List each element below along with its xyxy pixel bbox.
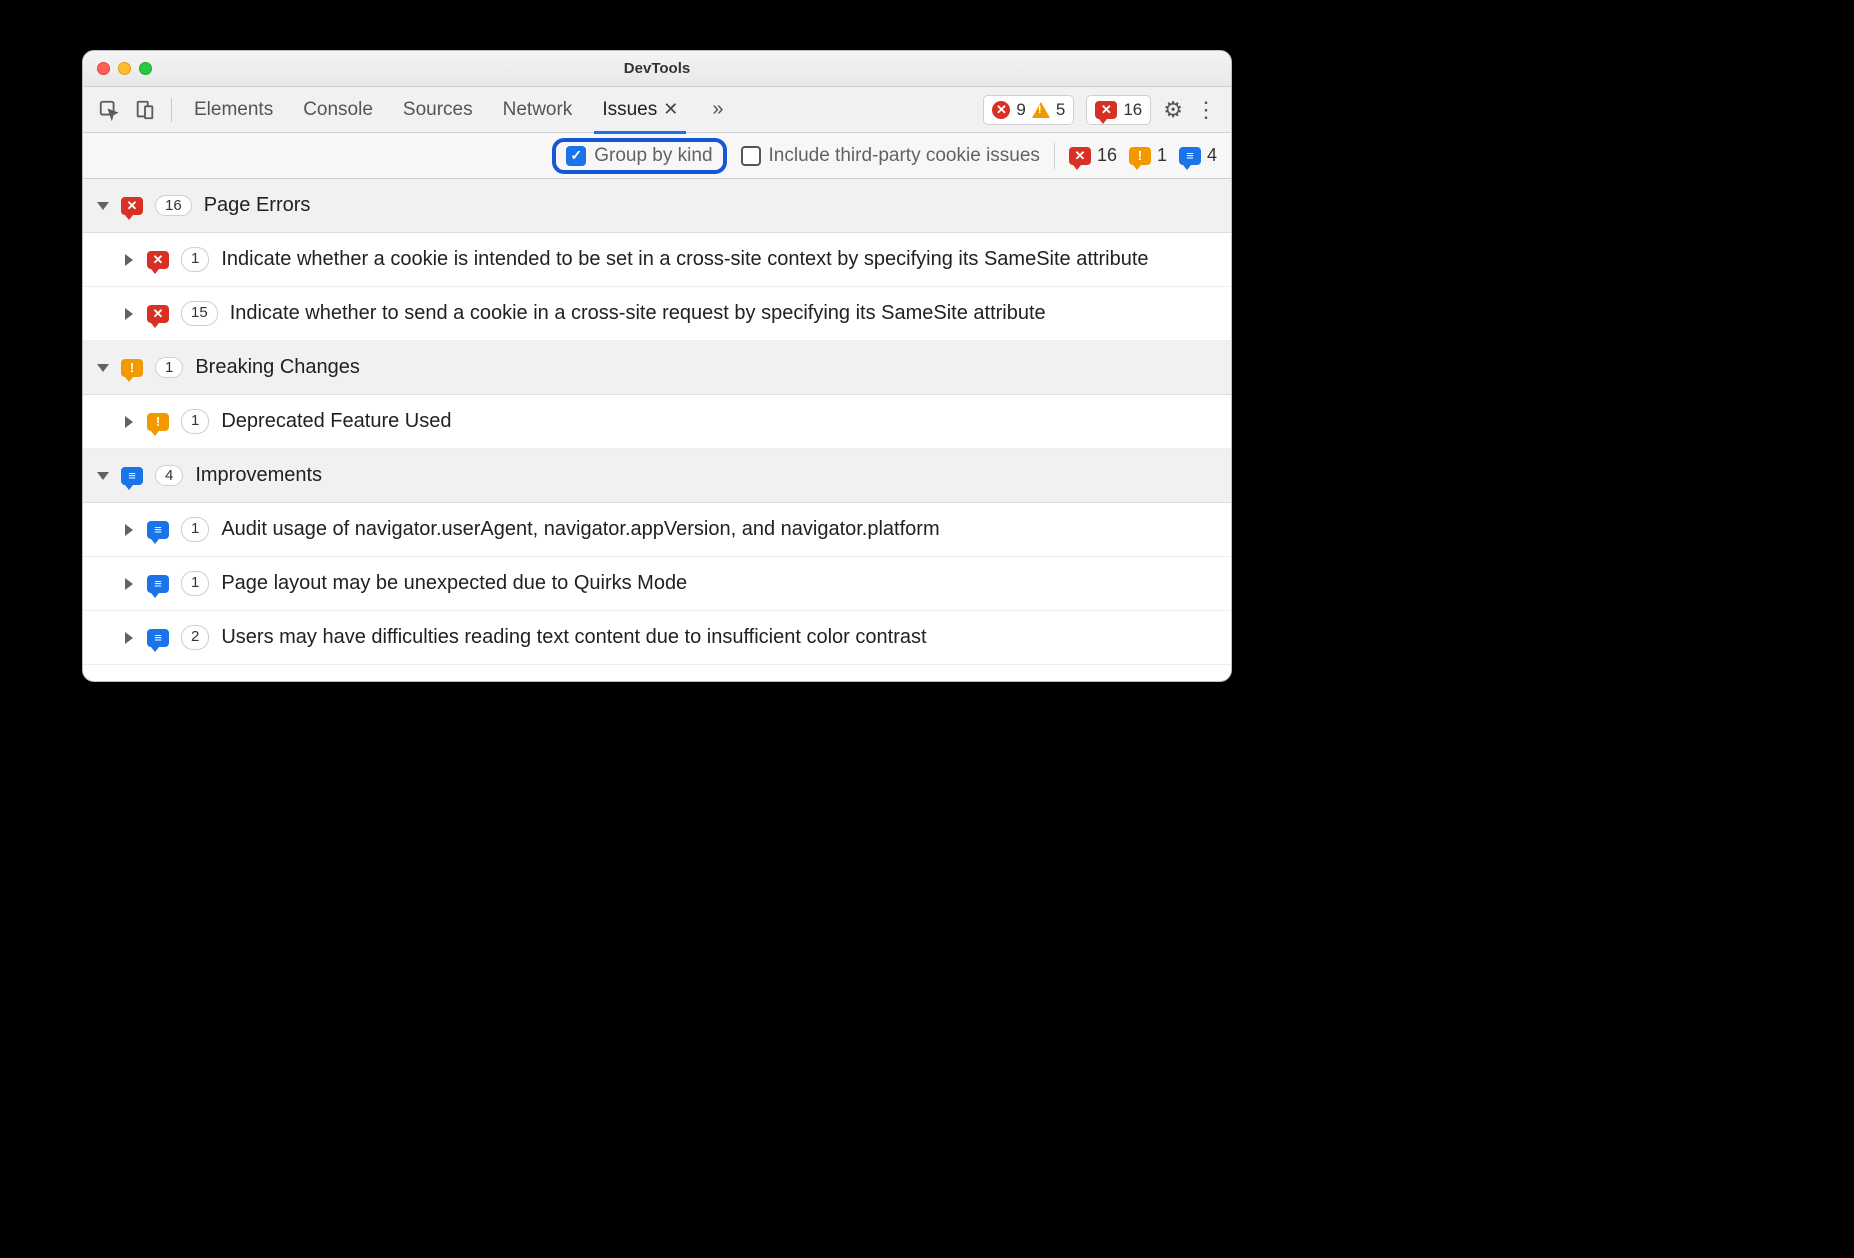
count: 16 bbox=[1097, 145, 1117, 166]
error-icon: ✕ bbox=[992, 101, 1010, 119]
chevron-down-icon bbox=[97, 202, 109, 210]
error-count: 9 bbox=[1016, 100, 1025, 120]
chevron-right-icon bbox=[125, 632, 133, 644]
issue-item[interactable]: ≡ 1 Page layout may be unexpected due to… bbox=[83, 557, 1231, 611]
chevron-right-icon bbox=[125, 254, 133, 266]
close-icon[interactable]: ✕ bbox=[663, 99, 678, 120]
issue-text: Indicate whether a cookie is intended to… bbox=[221, 246, 1217, 273]
issue-item[interactable]: ✕ 15 Indicate whether to send a cookie i… bbox=[83, 287, 1231, 341]
tab-label: Issues bbox=[602, 99, 657, 121]
device-toolbar-icon[interactable] bbox=[129, 94, 161, 126]
tab-issues[interactable]: Issues ✕ bbox=[598, 87, 682, 133]
tab-console[interactable]: Console bbox=[299, 87, 377, 133]
devtools-window: DevTools Elements Console Sources Networ… bbox=[82, 50, 1232, 682]
info-speech-icon: ≡ bbox=[147, 575, 169, 593]
tabbar-right: ✕ 9 5 ✕ 16 ⚙ ⋮ bbox=[983, 95, 1221, 125]
include-third-party-label: Include third-party cookie issues bbox=[769, 145, 1040, 167]
tab-label: Elements bbox=[194, 99, 273, 121]
issue-item[interactable]: ! 1 Deprecated Feature Used bbox=[83, 395, 1231, 449]
tab-label: Network bbox=[503, 99, 573, 121]
count-pill: 4 bbox=[155, 465, 183, 486]
section-label: Page Errors bbox=[204, 194, 311, 217]
chevron-right-icon bbox=[125, 308, 133, 320]
window-controls bbox=[97, 62, 152, 75]
count: 4 bbox=[1207, 145, 1217, 166]
tab-sources[interactable]: Sources bbox=[399, 87, 477, 133]
count-pill: 1 bbox=[155, 357, 183, 378]
more-tabs-icon[interactable]: » bbox=[712, 98, 723, 121]
summary-errors[interactable]: ✕ 16 bbox=[1069, 145, 1117, 166]
chevron-down-icon bbox=[97, 472, 109, 480]
section-label: Breaking Changes bbox=[195, 356, 360, 379]
tab-label: Console bbox=[303, 99, 373, 121]
error-speech-icon: ✕ bbox=[121, 197, 143, 215]
issue-item[interactable]: ≡ 1 Audit usage of navigator.userAgent, … bbox=[83, 503, 1231, 557]
panel-tabs: Elements Console Sources Network Issues … bbox=[190, 87, 723, 133]
count-pill: 2 bbox=[181, 625, 209, 649]
count-pill: 1 bbox=[181, 517, 209, 541]
warning-count: 5 bbox=[1056, 100, 1065, 120]
info-speech-icon: ≡ bbox=[147, 521, 169, 539]
error-count: 16 bbox=[1123, 100, 1142, 120]
tab-label: Sources bbox=[403, 99, 473, 121]
warning-speech-icon: ! bbox=[147, 413, 169, 431]
settings-icon[interactable]: ⚙ bbox=[1163, 97, 1183, 123]
warning-icon bbox=[1032, 102, 1050, 118]
count-pill: 16 bbox=[155, 195, 192, 216]
error-speech-icon: ✕ bbox=[1095, 101, 1117, 119]
issue-text: Indicate whether to send a cookie in a c… bbox=[230, 300, 1217, 327]
tab-network[interactable]: Network bbox=[499, 87, 577, 133]
tab-elements[interactable]: Elements bbox=[190, 87, 277, 133]
count-pill: 15 bbox=[181, 301, 218, 325]
summary-warnings[interactable]: ! 1 bbox=[1129, 145, 1167, 166]
issues-toolbar: ✓ Group by kind ✓ Include third-party co… bbox=[83, 133, 1231, 179]
info-speech-icon: ≡ bbox=[1179, 147, 1201, 165]
divider bbox=[1054, 143, 1055, 169]
error-speech-icon: ✕ bbox=[1069, 147, 1091, 165]
warning-speech-icon: ! bbox=[121, 359, 143, 377]
inspect-element-icon[interactable] bbox=[93, 94, 125, 126]
chevron-right-icon bbox=[125, 524, 133, 536]
warning-speech-icon: ! bbox=[1129, 147, 1151, 165]
include-third-party-control[interactable]: ✓ Include third-party cookie issues bbox=[741, 145, 1040, 167]
count-pill: 1 bbox=[181, 409, 209, 433]
divider bbox=[171, 98, 172, 122]
checkbox-unchecked-icon[interactable]: ✓ bbox=[741, 146, 761, 166]
section-label: Improvements bbox=[195, 464, 322, 487]
issue-text: Audit usage of navigator.userAgent, navi… bbox=[221, 516, 1217, 543]
window-title: DevTools bbox=[83, 60, 1231, 77]
chevron-right-icon bbox=[125, 578, 133, 590]
info-speech-icon: ≡ bbox=[121, 467, 143, 485]
section-header-page-errors[interactable]: ✕ 16 Page Errors bbox=[83, 179, 1231, 233]
summary-info[interactable]: ≡ 4 bbox=[1179, 145, 1217, 166]
count-pill: 1 bbox=[181, 247, 209, 271]
issue-item[interactable]: ✕ 1 Indicate whether a cookie is intende… bbox=[83, 233, 1231, 287]
console-error-warning-badge[interactable]: ✕ 9 5 bbox=[983, 95, 1074, 125]
info-speech-icon: ≡ bbox=[147, 629, 169, 647]
issue-item[interactable]: ≡ 2 Users may have difficulties reading … bbox=[83, 611, 1231, 665]
issue-text: Deprecated Feature Used bbox=[221, 408, 1217, 435]
section-header-improvements[interactable]: ≡ 4 Improvements bbox=[83, 449, 1231, 503]
issues-badge[interactable]: ✕ 16 bbox=[1086, 95, 1151, 125]
count: 1 bbox=[1157, 145, 1167, 166]
minimize-window-button[interactable] bbox=[118, 62, 131, 75]
group-by-kind-control[interactable]: ✓ Group by kind bbox=[552, 138, 726, 174]
chevron-right-icon bbox=[125, 416, 133, 428]
error-speech-icon: ✕ bbox=[147, 251, 169, 269]
close-window-button[interactable] bbox=[97, 62, 110, 75]
issue-text: Page layout may be unexpected due to Qui… bbox=[221, 570, 1217, 597]
issue-text: Users may have difficulties reading text… bbox=[221, 624, 1217, 651]
issue-summary-chips: ✕ 16 ! 1 ≡ 4 bbox=[1069, 145, 1217, 166]
checkbox-checked-icon[interactable]: ✓ bbox=[566, 146, 586, 166]
titlebar: DevTools bbox=[83, 51, 1231, 87]
count-pill: 1 bbox=[181, 571, 209, 595]
group-by-kind-label: Group by kind bbox=[594, 145, 712, 167]
tabbar: Elements Console Sources Network Issues … bbox=[83, 87, 1231, 133]
chevron-down-icon bbox=[97, 364, 109, 372]
zoom-window-button[interactable] bbox=[139, 62, 152, 75]
more-menu-icon[interactable]: ⋮ bbox=[1195, 97, 1217, 123]
section-header-breaking-changes[interactable]: ! 1 Breaking Changes bbox=[83, 341, 1231, 395]
error-speech-icon: ✕ bbox=[147, 305, 169, 323]
